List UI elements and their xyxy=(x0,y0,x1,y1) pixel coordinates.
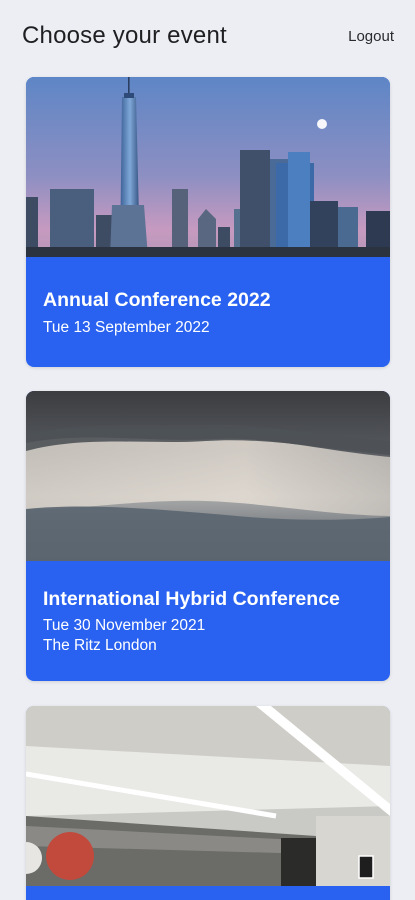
event-date: Tue 30 November 2021 xyxy=(43,617,206,634)
event-card-international-hybrid[interactable]: International Hybrid Conference Tue 30 N… xyxy=(26,391,390,681)
event-title: International Hybrid Conference xyxy=(43,588,340,610)
page-title: Choose your event xyxy=(22,22,227,49)
event-image-city-skyline xyxy=(26,77,390,257)
logout-button[interactable]: Logout xyxy=(348,28,394,45)
event-date: Tue 13 September 2022 xyxy=(43,319,210,336)
event-card-annual-conference[interactable]: Annual Conference 2022 Tue 13 September … xyxy=(26,77,390,367)
event-image-cloudy-sky xyxy=(26,391,390,561)
event-venue: The Ritz London xyxy=(43,637,157,654)
event-title: Annual Conference 2022 xyxy=(43,289,271,311)
app-header: Choose your event Logout xyxy=(0,0,415,70)
event-image-conference-hall xyxy=(26,706,390,886)
event-card-third[interactable] xyxy=(26,706,390,900)
